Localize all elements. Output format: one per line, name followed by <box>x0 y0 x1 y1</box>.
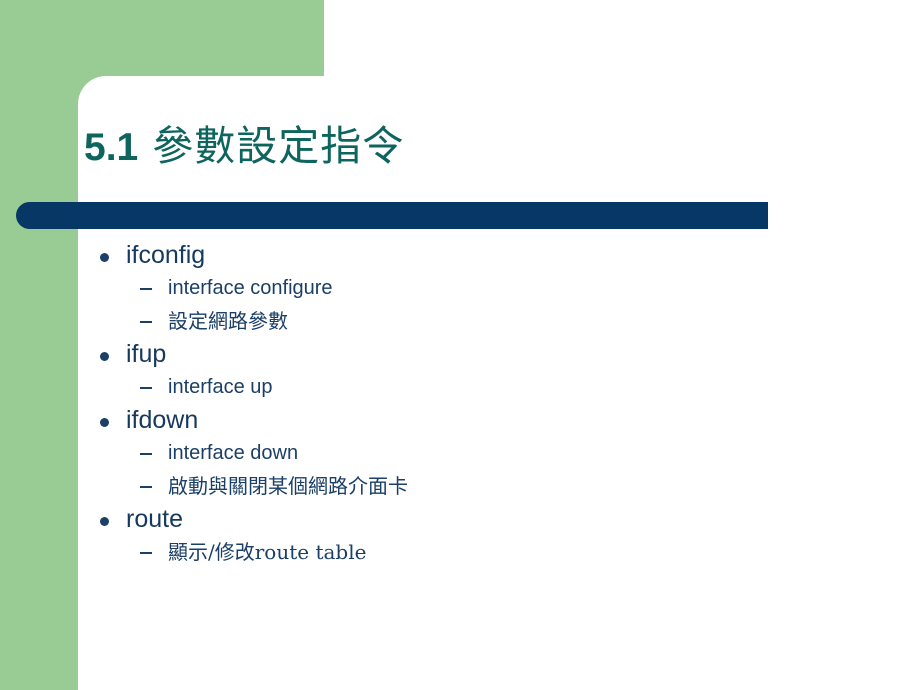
list-item-label: ifconfig <box>126 241 206 269</box>
presentation-slide: 5.1 參數設定指令 ifconfig interface configure … <box>0 0 920 690</box>
sub-list-item-label: 啟動與關閉某個網路介面卡 <box>168 474 408 498</box>
bullet-dot-icon <box>100 517 109 526</box>
sub-list-item-label: 顯示/修改route table <box>168 540 367 564</box>
sub-list-item-label: interface up <box>168 376 273 398</box>
dash-bullet-icon <box>140 387 152 389</box>
slide-title: 5.1 參數設定指令 <box>84 126 404 186</box>
bullet-dot-icon <box>100 418 109 427</box>
bullet-dot-icon <box>100 253 109 262</box>
sub-list-item: 顯示/修改route table <box>96 537 876 570</box>
list-item: ifdown <box>96 405 876 438</box>
sub-list-item-label: interface down <box>168 442 299 464</box>
list-item-label: route <box>126 505 183 533</box>
list-item-label: ifdown <box>126 406 199 434</box>
dash-bullet-icon <box>140 288 152 290</box>
sub-list-item-label: 設定網路參數 <box>168 309 288 333</box>
green-top-block-decoration <box>78 0 324 77</box>
dash-bullet-icon <box>140 552 152 554</box>
sub-list-item: 設定網路參數 <box>96 306 876 339</box>
list-item-label: ifup <box>126 340 167 368</box>
slide-title-text: 參數設定指令 <box>152 122 405 170</box>
sub-list-item-label: interface configure <box>168 277 333 299</box>
sub-list-item: interface down <box>96 438 876 471</box>
bullet-list: ifconfig interface configure 設定網路參數 ifup… <box>96 240 876 570</box>
slide-title-number: 5.1 <box>84 126 139 169</box>
green-left-sidebar-decoration <box>0 0 78 690</box>
dash-bullet-icon <box>140 486 152 488</box>
sub-list-item: interface up <box>96 372 876 405</box>
list-item: ifconfig <box>96 240 876 273</box>
dash-bullet-icon <box>140 453 152 455</box>
bullet-dot-icon <box>100 352 109 361</box>
sub-list-item: 啟動與關閉某個網路介面卡 <box>96 471 876 504</box>
list-item: route <box>96 504 876 537</box>
title-underline-bar <box>16 202 768 229</box>
sub-list-item: interface configure <box>96 273 876 306</box>
dash-bullet-icon <box>140 321 152 323</box>
list-item: ifup <box>96 339 876 372</box>
